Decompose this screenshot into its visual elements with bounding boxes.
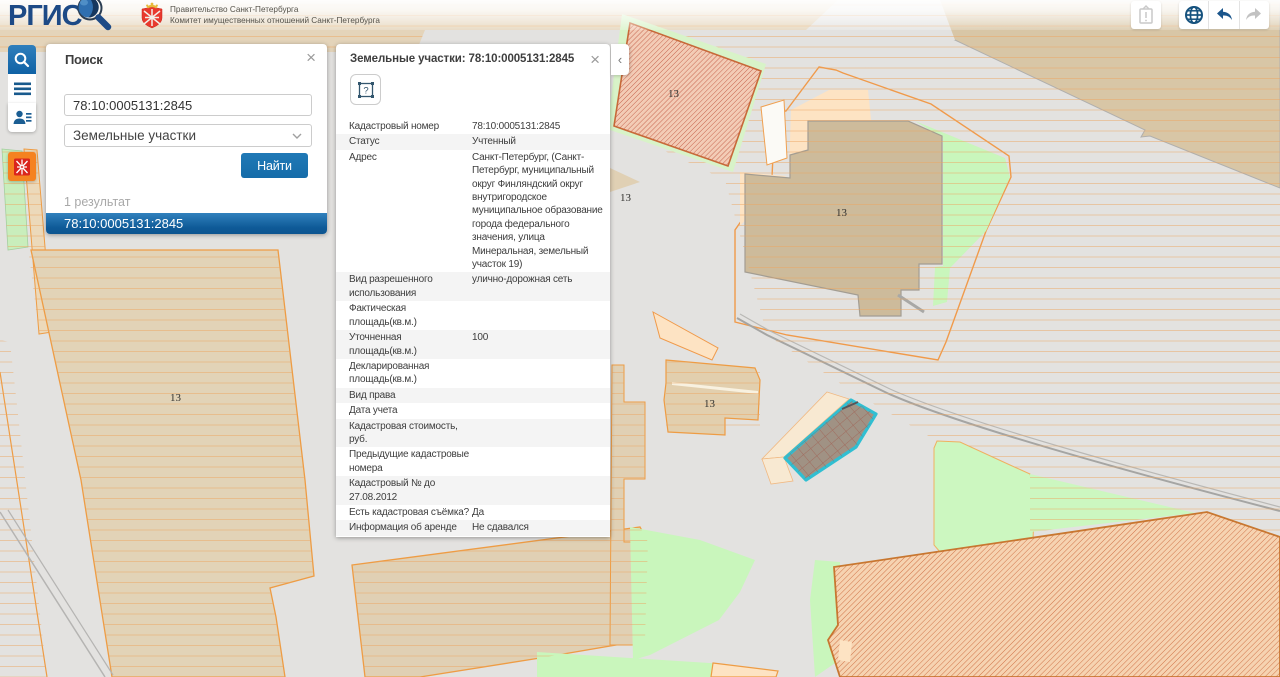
svg-text:13: 13 [668, 88, 680, 100]
svg-text:?: ? [363, 85, 368, 96]
svg-text:13: 13 [620, 192, 632, 204]
svg-text:13: 13 [170, 392, 182, 404]
svg-text:13: 13 [704, 398, 716, 410]
svg-text:13: 13 [836, 207, 848, 219]
